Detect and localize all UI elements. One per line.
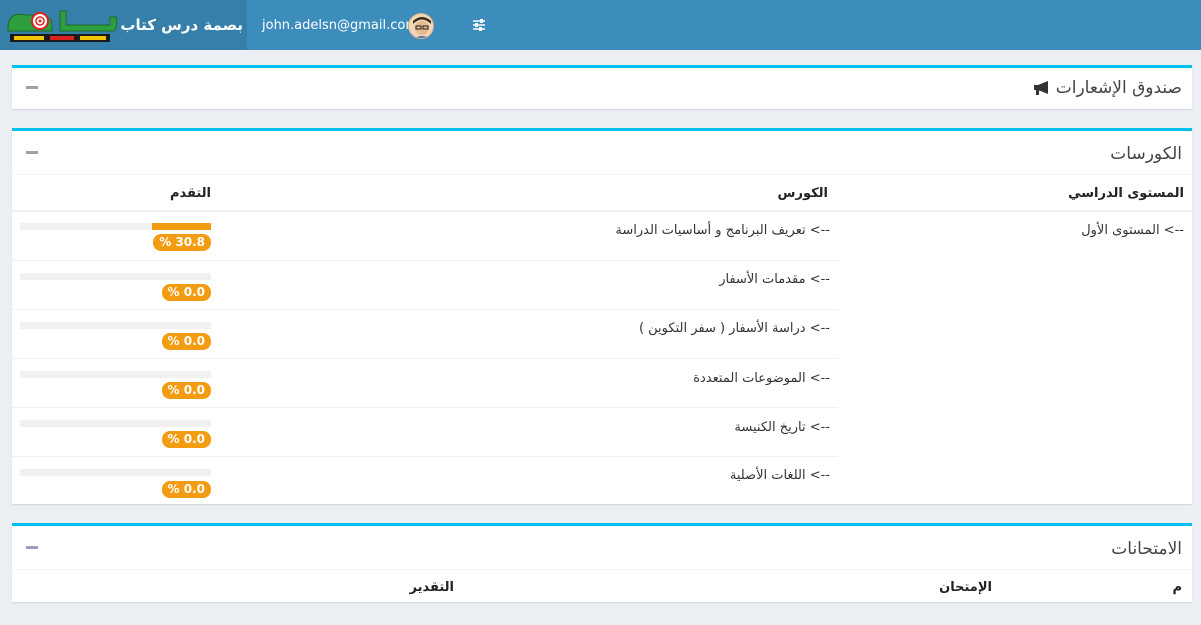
courses-title: الكورسات — [1110, 144, 1182, 164]
notifications-box: صندوق الإشعارات — [12, 65, 1192, 109]
exams-box: الامتحانات م الإمتحان التقدير — [12, 523, 1192, 602]
progress-bar — [20, 469, 211, 476]
level-cell: --> المستوى الأول — [1081, 223, 1184, 238]
notifications-header: صندوق الإشعارات — [12, 68, 1192, 108]
course-cell[interactable]: --> تعريف البرنامج و أساسيات الدراسة — [615, 223, 830, 238]
exams-table-header: م الإمتحان التقدير — [12, 570, 1192, 602]
course-cell[interactable]: --> اللغات الأصلية — [730, 468, 830, 483]
progress-bar — [20, 273, 211, 280]
row-divider — [12, 407, 838, 408]
column-header-level: المستوى الدراسي — [1068, 186, 1184, 201]
progress-badge: 0.0 % — [161, 333, 211, 350]
progress-bar — [20, 223, 211, 230]
courses-box: الكورسات المستوى الدراسي الكورس التقدم -… — [12, 128, 1192, 504]
window-edge — [1188, 0, 1201, 50]
progress-badge: 0.0 % — [161, 481, 211, 498]
progress-bar — [20, 420, 211, 427]
column-header-num: م — [1172, 580, 1182, 595]
logo-area[interactable]: بصمة درس كتاب — [0, 0, 247, 50]
course-cell[interactable]: --> الموضوعات المتعددة — [693, 371, 830, 386]
progress-badge: 0.0 % — [161, 431, 211, 448]
row-divider — [12, 309, 838, 310]
row-divider — [12, 456, 838, 457]
notifications-title: صندوق الإشعارات — [1024, 68, 1182, 108]
top-navbar: بصمة درس كتاب john.adelsn@gmail.com — [0, 0, 1201, 50]
user-avatar[interactable] — [408, 13, 434, 39]
progress-badge: 0.0 % — [161, 284, 211, 301]
courses-header: الكورسات — [12, 131, 1192, 175]
exams-header: الامتحانات — [12, 526, 1192, 570]
collapse-button[interactable] — [26, 86, 38, 89]
progress-bar — [20, 371, 211, 378]
notifications-title-text: صندوق الإشعارات — [1055, 78, 1182, 98]
column-header-exam: الإمتحان — [939, 580, 992, 595]
brand-title[interactable]: بصمة درس كتاب — [120, 0, 243, 50]
collapse-button[interactable] — [26, 151, 38, 154]
progress-badge: 30.8 % — [153, 234, 211, 251]
header-divider — [12, 210, 1192, 212]
course-cell[interactable]: --> دراسة الأسفار ( سفر التكوين ) — [639, 321, 830, 336]
column-header-course: الكورس — [777, 186, 828, 201]
progress-bar — [20, 322, 211, 329]
megaphone-icon — [1034, 81, 1049, 95]
progress-badge: 0.0 % — [161, 382, 211, 399]
row-divider — [12, 358, 838, 359]
collapse-button[interactable] — [26, 546, 38, 549]
row-divider — [12, 260, 838, 261]
user-email[interactable]: john.adelsn@gmail.com — [262, 0, 418, 50]
brand-logo — [0, 3, 120, 45]
course-cell[interactable]: --> تاريخ الكنيسة — [734, 420, 830, 435]
exams-title: الامتحانات — [1111, 539, 1182, 559]
course-cell[interactable]: --> مقدمات الأسفار — [719, 272, 830, 287]
courses-table-header: المستوى الدراسي الكورس التقدم — [12, 175, 1192, 211]
column-header-progress: التقدم — [169, 186, 211, 201]
column-header-grade: التقدير — [409, 580, 454, 595]
progress-fill — [152, 223, 211, 230]
sliders-icon[interactable] — [472, 18, 486, 32]
